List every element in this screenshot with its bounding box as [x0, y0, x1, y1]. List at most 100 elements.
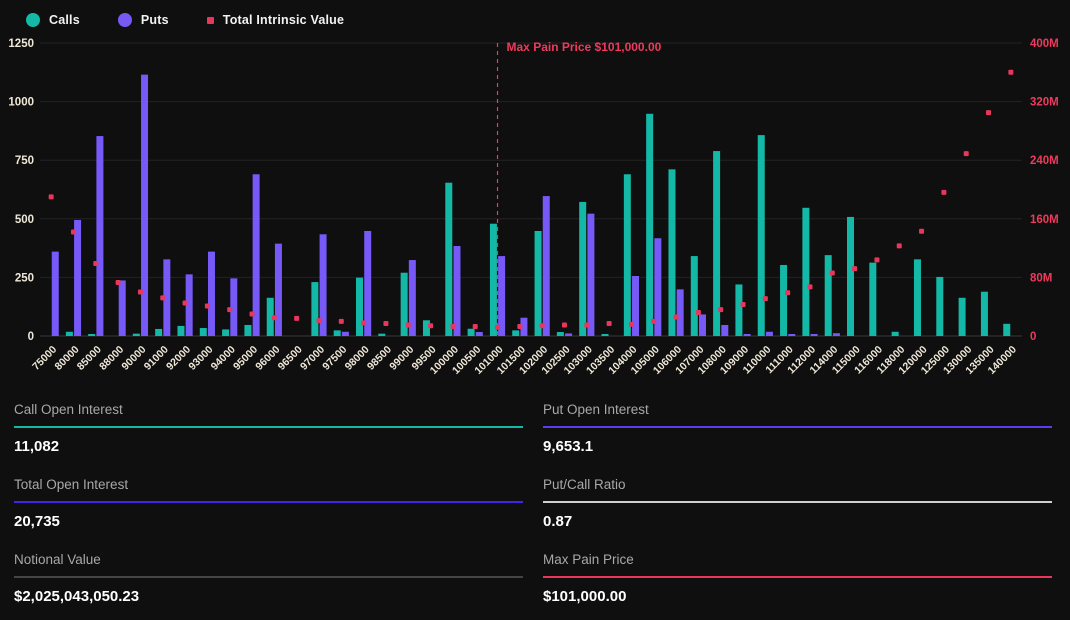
y-axis-right-tick: 160M [1030, 214, 1059, 226]
total-intrinsic-value-dot [674, 314, 679, 319]
total-intrinsic-value-dot [718, 307, 723, 312]
calls-bar [624, 174, 631, 336]
legend-item-calls[interactable]: Calls [26, 13, 80, 27]
calls-bar [133, 334, 140, 336]
total-intrinsic-value-dot [941, 190, 946, 195]
total-intrinsic-value-dot [763, 296, 768, 301]
puts-bar [498, 256, 505, 336]
x-axis-tick: 99000 [387, 344, 416, 373]
total-intrinsic-value-dot [473, 324, 478, 329]
x-axis-tick: 97000 [298, 344, 327, 373]
total-intrinsic-value-dot [250, 312, 255, 317]
calls-bar [847, 217, 854, 336]
total-intrinsic-value-swatch-icon [207, 17, 214, 24]
total-intrinsic-value-dot [584, 323, 589, 328]
calls-bar [88, 334, 95, 336]
y-axis-right-tick: 240M [1030, 155, 1059, 167]
y-axis-left-tick: 750 [15, 155, 34, 167]
total-intrinsic-value-dot [986, 110, 991, 115]
x-axis-tick: 92000 [164, 344, 193, 373]
puts-bar [364, 231, 371, 336]
calls-bar [780, 265, 787, 336]
total-intrinsic-value-dot [897, 243, 902, 248]
total-intrinsic-value-dot [651, 319, 656, 324]
puts-bar [721, 325, 728, 336]
calls-bar [311, 282, 318, 336]
x-axis-tick: 98000 [343, 344, 372, 373]
total-intrinsic-value-dot [93, 261, 98, 266]
puts-bar [833, 333, 840, 336]
puts-bar [141, 75, 148, 336]
calls-bar [802, 208, 809, 336]
total-intrinsic-value-dot [272, 315, 277, 320]
total-intrinsic-value-dot [919, 229, 924, 234]
calls-bar [200, 328, 207, 336]
y-axis-left-tick: 1000 [8, 97, 34, 109]
puts-bar [96, 136, 103, 336]
stat-label: Put Open Interest [543, 395, 1052, 426]
calls-bar [177, 326, 184, 336]
total-intrinsic-value-dot [852, 266, 857, 271]
puts-bar [275, 244, 282, 336]
total-intrinsic-value-dot [138, 290, 143, 295]
x-axis-tick: 80000 [52, 344, 81, 373]
puts-bar [74, 220, 81, 336]
x-axis-tick: 96500 [276, 344, 305, 373]
calls-bar [557, 332, 564, 336]
calls-bar [535, 231, 542, 336]
stats-grid: Call Open Interest 11,082 Put Open Inter… [0, 389, 1070, 620]
calls-bar [445, 183, 452, 336]
y-axis-left-tick: 250 [15, 272, 34, 284]
y-axis-right-tick: 80M [1030, 272, 1052, 284]
total-intrinsic-value-dot [830, 271, 835, 276]
total-intrinsic-value-dot [785, 290, 790, 295]
calls-bar [936, 277, 943, 336]
total-intrinsic-value-dot [607, 321, 612, 326]
stat-call-open-interest: Call Open Interest 11,082 [14, 395, 523, 457]
puts-swatch-icon [118, 13, 132, 27]
stat-label: Call Open Interest [14, 395, 523, 426]
puts-bar [453, 246, 460, 336]
stat-value: 0.87 [543, 503, 1052, 532]
legend-item-total-intrinsic-value[interactable]: Total Intrinsic Value [207, 13, 344, 27]
stat-notional-value: Notional Value $2,025,043,050.23 [14, 545, 523, 607]
total-intrinsic-value-dot [1008, 70, 1013, 75]
puts-bar [811, 334, 818, 336]
puts-bar [788, 334, 795, 336]
stat-put-open-interest: Put Open Interest 9,653.1 [543, 395, 1052, 457]
puts-bar [744, 334, 751, 336]
calls-bar [1003, 324, 1010, 336]
total-intrinsic-value-dot [339, 319, 344, 324]
y-axis-left-tick: 1250 [8, 38, 34, 50]
total-intrinsic-value-dot [183, 301, 188, 306]
puts-bar [565, 333, 572, 336]
total-intrinsic-value-dot [49, 194, 54, 199]
total-intrinsic-value-dot [495, 325, 500, 330]
calls-bar [892, 332, 899, 336]
calls-bar [825, 255, 832, 336]
x-axis-tick: 96000 [253, 344, 282, 373]
max-pain-annotation: Max Pain Price $101,000.00 [507, 40, 662, 54]
total-intrinsic-value-dot [361, 320, 366, 325]
stat-value: 9,653.1 [543, 428, 1052, 457]
calls-bar [981, 292, 988, 336]
calls-bar [512, 330, 519, 336]
total-intrinsic-value-dot [696, 310, 701, 315]
puts-bar [766, 332, 773, 336]
total-intrinsic-value-dot [160, 295, 165, 300]
calls-bar [735, 284, 742, 336]
chart-legend: Calls Puts Total Intrinsic Value [0, 0, 1070, 31]
y-axis-left-tick: 500 [15, 214, 34, 226]
calls-bar [579, 202, 586, 336]
calls-bar [468, 329, 475, 336]
y-axis-right-tick: 0 [1030, 331, 1036, 343]
total-intrinsic-value-dot [540, 323, 545, 328]
legend-label-total-intrinsic-value: Total Intrinsic Value [223, 13, 344, 27]
x-axis-tick: 95000 [231, 344, 260, 373]
puts-bar [677, 289, 684, 336]
x-axis-tick: 94000 [209, 344, 238, 373]
x-axis-tick: 90000 [119, 344, 148, 373]
legend-item-puts[interactable]: Puts [118, 13, 169, 27]
total-intrinsic-value-dot [383, 321, 388, 326]
total-intrinsic-value-dot [428, 323, 433, 328]
